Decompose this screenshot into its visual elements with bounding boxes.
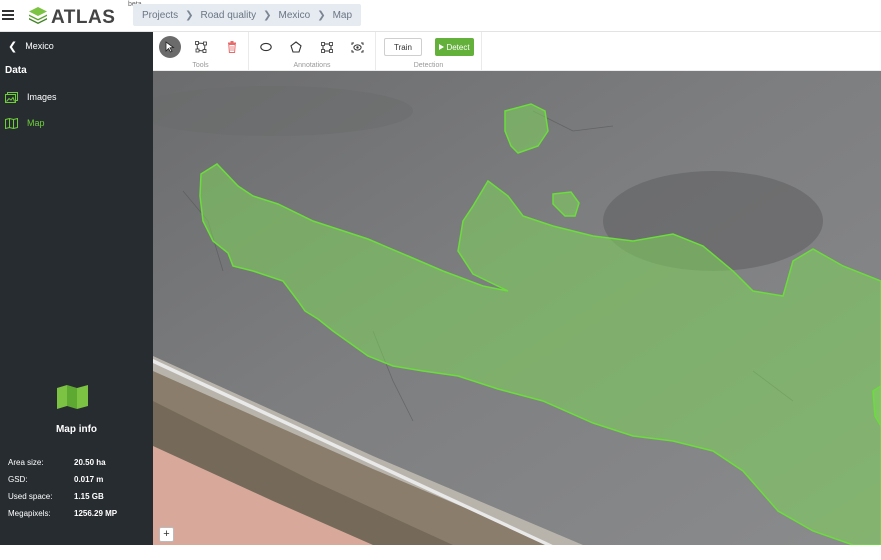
menu-icon[interactable] bbox=[2, 8, 14, 22]
map-icon bbox=[5, 117, 18, 129]
back-label: Mexico bbox=[25, 41, 54, 51]
info-value: 20.50 ha bbox=[74, 458, 106, 467]
chevron-right-icon: ❯ bbox=[185, 9, 194, 21]
pointer-icon bbox=[165, 41, 175, 53]
sidebar-item-map[interactable]: Map bbox=[0, 114, 153, 132]
object-detect-tool-button[interactable] bbox=[346, 36, 368, 58]
delete-icon bbox=[228, 41, 236, 53]
info-key: GSD: bbox=[8, 475, 28, 484]
breadcrumb-mexico[interactable]: Mexico bbox=[279, 10, 311, 21]
rectangle-icon bbox=[321, 41, 333, 53]
detect-label: Detect bbox=[446, 42, 470, 52]
back-button[interactable]: ❮ Mexico bbox=[0, 38, 153, 54]
app-name: ATLAS bbox=[51, 7, 116, 28]
aerial-map-image bbox=[153, 71, 881, 545]
polygon-select-icon bbox=[195, 41, 207, 53]
train-button[interactable]: Train bbox=[384, 38, 422, 56]
map-info-title: Map info bbox=[55, 424, 98, 435]
info-value: 0.017 m bbox=[74, 475, 104, 484]
breadcrumb-projects[interactable]: Projects bbox=[142, 10, 178, 21]
detection-group-label: Detection bbox=[413, 62, 444, 69]
section-title: Data bbox=[5, 65, 27, 76]
breadcrumb-road-quality[interactable]: Road quality bbox=[201, 10, 257, 21]
pointer-tool-button[interactable] bbox=[159, 36, 181, 58]
bottom-strip bbox=[0, 545, 881, 560]
zoom-in-button[interactable]: + bbox=[159, 527, 174, 542]
tools-group-label: Tools bbox=[192, 62, 209, 69]
chevron-right-icon: ❯ bbox=[263, 9, 272, 21]
delete-tool-button[interactable] bbox=[221, 36, 243, 58]
images-icon bbox=[5, 91, 18, 103]
map-info-icon bbox=[57, 385, 88, 409]
top-bar: ATLAS beta Projects ❯ Road quality ❯ Mex… bbox=[0, 0, 881, 32]
chevron-left-icon: ❮ bbox=[8, 40, 18, 53]
object-detect-icon bbox=[351, 42, 363, 52]
ellipse-icon bbox=[260, 42, 272, 52]
info-key: Used space: bbox=[8, 492, 53, 501]
sidebar-item-images[interactable]: Images bbox=[0, 88, 153, 106]
toolbar: Tools Annotations Train Detect Detection bbox=[153, 32, 881, 71]
breadcrumb-map: Map bbox=[332, 9, 353, 21]
sidebar-item-label: Images bbox=[27, 92, 57, 102]
polygon-icon bbox=[290, 41, 302, 53]
breadcrumb: Projects ❯ Road quality ❯ Mexico ❯ Map bbox=[133, 4, 362, 26]
play-icon bbox=[439, 44, 445, 50]
info-key: Megapixels: bbox=[8, 509, 51, 518]
polygon-select-tool-button[interactable] bbox=[190, 36, 212, 58]
detect-button[interactable]: Detect bbox=[435, 38, 474, 56]
detection-group: Train Detect Detection bbox=[376, 32, 482, 71]
sidebar: ❮ Mexico Data Images Map Map info Area s… bbox=[0, 32, 153, 545]
info-value: 1256.29 MP bbox=[74, 509, 118, 518]
polygon-tool-button[interactable] bbox=[285, 36, 307, 58]
annotations-group-label: Annotations bbox=[293, 62, 331, 69]
map-view[interactable] bbox=[153, 71, 881, 545]
rectangle-tool-button[interactable] bbox=[316, 36, 338, 58]
chevron-right-icon: ❯ bbox=[317, 9, 326, 21]
annotations-group: Annotations bbox=[249, 32, 376, 71]
info-key: Area size: bbox=[8, 458, 44, 467]
info-value: 1.15 GB bbox=[74, 492, 104, 501]
ellipse-tool-button[interactable] bbox=[255, 36, 277, 58]
logo-layers-icon bbox=[29, 7, 47, 24]
tools-group: Tools bbox=[153, 32, 249, 71]
sidebar-item-label: Map bbox=[27, 118, 45, 128]
